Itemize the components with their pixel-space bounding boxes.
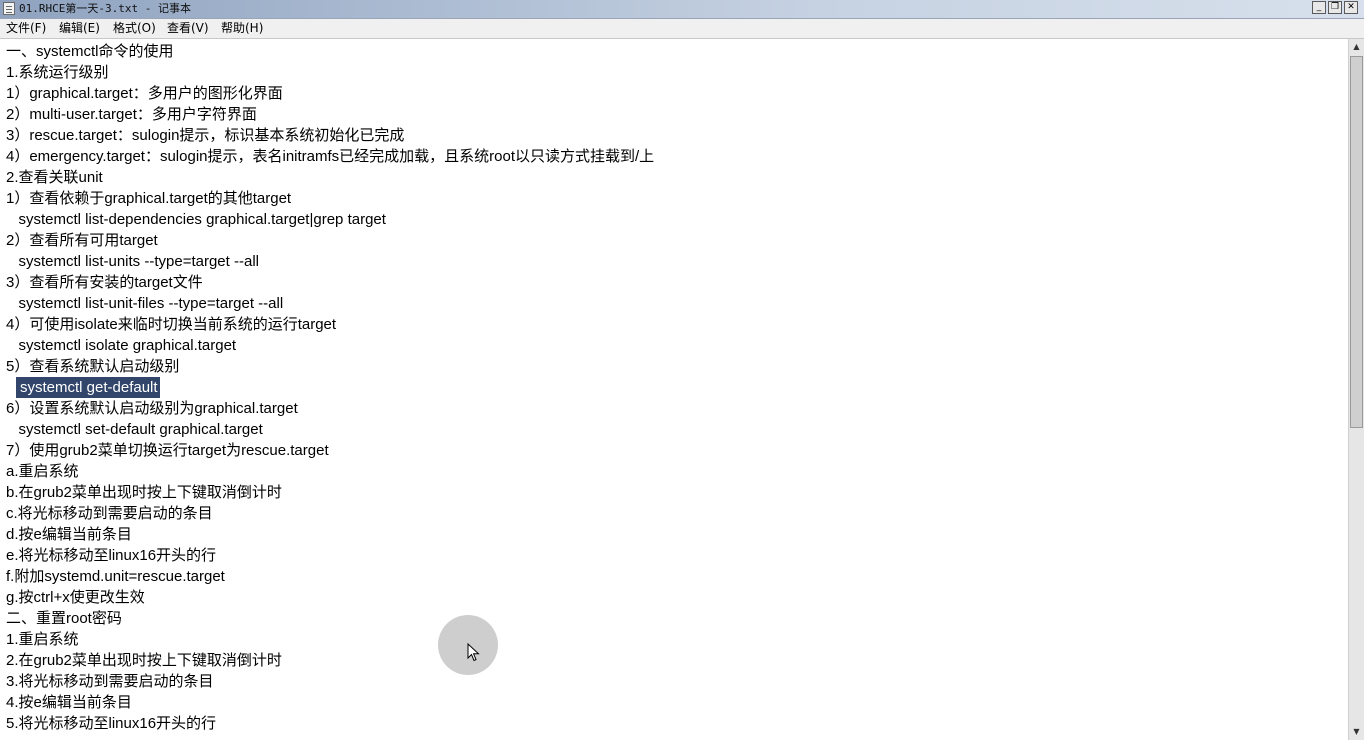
text-line[interactable]: 3.将光标移动到需要启动的条目: [6, 671, 214, 692]
window-controls: _ ❐ ✕: [1312, 1, 1358, 14]
menu-view[interactable]: 查看(V): [167, 20, 209, 37]
text-line[interactable]: 2）multi-user.target：多用户字符界面: [6, 104, 257, 125]
menu-bar: 文件(F) 编辑(E) 格式(O) 查看(V) 帮助(H): [0, 19, 1364, 39]
text-line[interactable]: 6）设置系统默认启动级别为graphical.target: [6, 398, 298, 419]
text-line[interactable]: 1.重启系统: [6, 629, 79, 650]
text-line[interactable]: e.将光标移动至linux16开头的行: [6, 545, 216, 566]
mouse-pointer-icon: [467, 643, 480, 662]
text-line[interactable]: b.在grub2菜单出现时按上下键取消倒计时: [6, 482, 282, 503]
text-line[interactable]: 3）rescue.target：sulogin提示，标识基本系统初始化已完成: [6, 125, 404, 146]
menu-file[interactable]: 文件(F): [6, 20, 46, 37]
text-line[interactable]: 4.按e编辑当前条目: [6, 692, 132, 713]
restore-button[interactable]: ❐: [1328, 1, 1342, 14]
menu-edit[interactable]: 编辑(E): [59, 20, 100, 37]
text-line[interactable]: 1.系统运行级别: [6, 62, 109, 83]
selected-text-line[interactable]: systemctl get-default: [16, 377, 160, 398]
window-title: 01.RHCE第一天-3.txt - 记事本: [19, 2, 191, 15]
text-line[interactable]: d.按e编辑当前条目: [6, 524, 132, 545]
text-line[interactable]: systemctl isolate graphical.target: [6, 335, 237, 356]
text-line[interactable]: 一、systemctl命令的使用: [6, 41, 174, 62]
text-line[interactable]: 3）查看所有安装的target文件: [6, 272, 203, 293]
text-line[interactable]: 2.查看关联unit: [6, 167, 103, 188]
minimize-button[interactable]: _: [1312, 1, 1326, 14]
menu-help[interactable]: 帮助(H): [221, 20, 263, 37]
text-line[interactable]: g.按ctrl+x使更改生效: [6, 587, 145, 608]
text-line[interactable]: c.将光标移动到需要启动的条目: [6, 503, 213, 524]
text-editor-area[interactable]: 一、systemctl命令的使用 1.系统运行级别 1）graphical.targ…: [0, 39, 1347, 740]
triangle-up-icon[interactable]: ▲: [1349, 39, 1364, 55]
text-line[interactable]: 2）查看所有可用target: [6, 230, 158, 251]
notepad-icon: [3, 2, 15, 15]
text-line[interactable]: 5.将光标移动至linux16开头的行: [6, 713, 216, 734]
text-line[interactable]: 1）graphical.target：多用户的图形化界面: [6, 83, 283, 104]
text-line[interactable]: 4）可使用isolate来临时切换当前系统的运行target: [6, 314, 336, 335]
triangle-down-icon[interactable]: ▼: [1349, 724, 1364, 740]
text-line[interactable]: 7）使用grub2菜单切换运行target为rescue.target: [6, 440, 329, 461]
text-line[interactable]: f.附加systemd.unit=rescue.target: [6, 566, 225, 587]
vertical-scrollbar[interactable]: ▲ ▼: [1348, 39, 1364, 740]
text-line[interactable]: 5）查看系统默认启动级别: [6, 356, 179, 377]
text-line[interactable]: 二、重置root密码: [6, 608, 122, 629]
text-line[interactable]: 4）emergency.target：sulogin提示，表名initramfs…: [6, 146, 654, 167]
text-line[interactable]: systemctl list-dependencies graphical.ta…: [6, 209, 386, 230]
text-line[interactable]: systemctl set-default graphical.target: [6, 419, 263, 440]
text-line[interactable]: 2.在grub2菜单出现时按上下键取消倒计时: [6, 650, 282, 671]
title-bar: 01.RHCE第一天-3.txt - 记事本 _ ❐ ✕: [0, 0, 1364, 19]
close-button[interactable]: ✕: [1344, 1, 1358, 14]
text-line[interactable]: systemctl list-unit-files --type=target …: [6, 293, 284, 314]
text-line[interactable]: systemctl list-units --type=target --all: [6, 251, 259, 272]
scrollbar-thumb[interactable]: [1350, 56, 1363, 428]
menu-format[interactable]: 格式(O): [113, 20, 156, 37]
text-line[interactable]: 1）查看依赖于graphical.target的其他target: [6, 188, 291, 209]
text-line[interactable]: a.重启系统: [6, 461, 79, 482]
